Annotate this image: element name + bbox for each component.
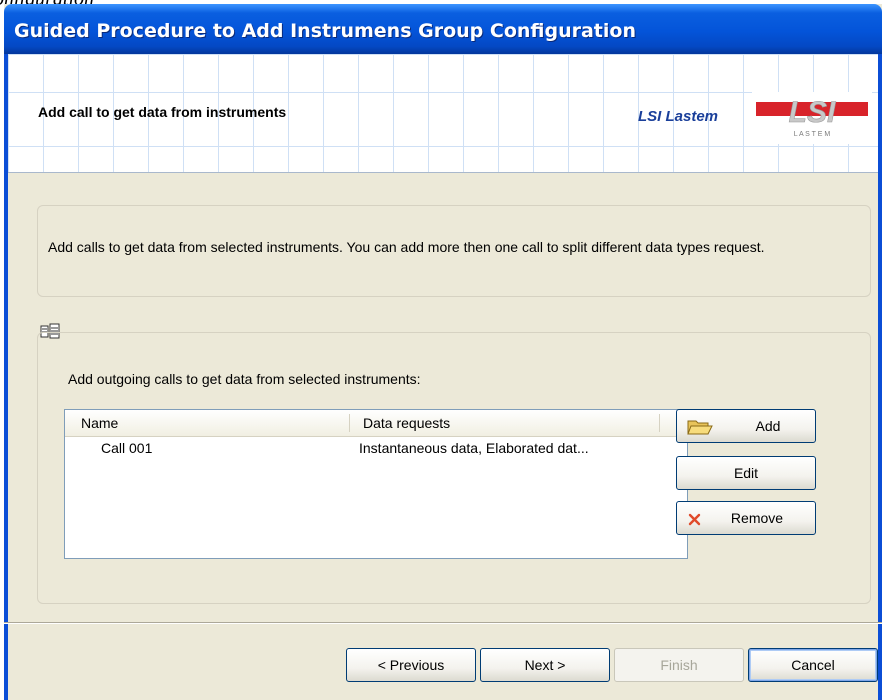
previous-button-label: < Previous [377, 657, 445, 673]
info-text: Add calls to get data from selected inst… [48, 239, 765, 255]
wizard-header: Add call to get data from instruments LS… [8, 54, 878, 173]
remove-button[interactable]: Remove [676, 501, 816, 535]
header-grid-line [8, 92, 878, 93]
add-button[interactable]: Add [676, 409, 816, 443]
brand-name: LSI Lastem [638, 108, 719, 125]
previous-button[interactable]: < Previous [346, 648, 476, 682]
step-title: Add call to get data from instruments [38, 104, 287, 120]
list-header: Name Data requests [65, 410, 687, 437]
lsi-logo-icon: LSI L A S T E M [752, 92, 872, 144]
header-grid-line [8, 146, 878, 147]
group-caption: Add outgoing calls to get data from sele… [68, 371, 421, 387]
add-button-label: Add [755, 418, 781, 434]
column-separator[interactable] [659, 414, 660, 432]
call-data-requests: Instantaneous data, Elaborated dat... [359, 440, 589, 456]
cancel-button[interactable]: Cancel [748, 648, 878, 682]
calls-list[interactable]: Name Data requests Call 001 Instantaneou… [64, 409, 688, 559]
logo-subtext: L A S T E M [794, 131, 831, 138]
list-item[interactable]: Call 001 Instantaneous data, Elaborated … [65, 440, 687, 460]
next-button-label: Next > [524, 657, 566, 673]
edit-button[interactable]: Edit [676, 456, 816, 490]
close-icon [688, 513, 701, 526]
info-panel: Add calls to get data from selected inst… [37, 205, 871, 297]
window-title: Guided Procedure to Add Instrumens Group… [14, 20, 636, 42]
finish-button-label: Finish [660, 657, 698, 673]
logo-text: LSI [789, 96, 836, 129]
folder-open-icon [687, 420, 713, 435]
wizard-window: Guided Procedure to Add Instrumens Group… [4, 4, 882, 700]
window-frame-right [878, 54, 882, 700]
finish-button[interactable]: Finish [614, 648, 744, 682]
column-header-name[interactable]: Name [81, 410, 118, 436]
next-button[interactable]: Next > [480, 648, 610, 682]
column-separator[interactable] [349, 414, 350, 432]
call-name: Call 001 [101, 440, 153, 456]
edit-button-label: Edit [733, 465, 759, 481]
column-header-data-requests[interactable]: Data requests [363, 410, 450, 436]
remove-button-label: Remove [730, 510, 784, 526]
title-bar[interactable]: Guided Procedure to Add Instrumens Group… [4, 4, 882, 54]
cancel-button-label: Cancel [791, 657, 835, 673]
footer-divider [4, 622, 882, 624]
